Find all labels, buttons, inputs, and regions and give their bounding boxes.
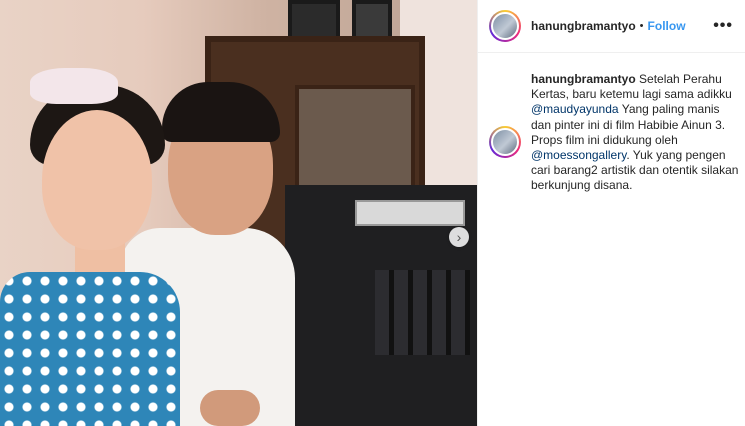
man-arm: [200, 390, 260, 426]
username-link[interactable]: hanungbramantyo: [531, 19, 636, 33]
avatar[interactable]: [489, 10, 521, 42]
register-keys: [375, 270, 470, 355]
mention-link[interactable]: @moessongallery: [531, 148, 626, 162]
register-display: [355, 200, 465, 226]
next-photo-button[interactable]: ›: [449, 227, 469, 247]
hair-bow: [30, 68, 118, 104]
woman-face: [42, 110, 152, 250]
caption-avatar[interactable]: [489, 126, 521, 158]
follow-button[interactable]: Follow: [648, 19, 686, 33]
post-header: hanungbramantyo • Follow •••: [478, 0, 745, 53]
chevron-right-icon: ›: [456, 229, 462, 245]
caption-text: hanungbramantyo Setelah Perahu Kertas, b…: [531, 72, 741, 194]
post-photo[interactable]: ›: [0, 0, 477, 426]
polka-dot-dress: [0, 272, 180, 426]
separator-dot: •: [639, 20, 644, 32]
mention-link[interactable]: @maudyayunda: [531, 102, 619, 116]
more-options-icon[interactable]: •••: [713, 17, 733, 35]
post-sidebar: hanungbramantyo • Follow ••• hanungbrama…: [477, 0, 745, 426]
caption-username[interactable]: hanungbramantyo: [531, 72, 636, 86]
caption: hanungbramantyo Setelah Perahu Kertas, b…: [489, 72, 738, 192]
